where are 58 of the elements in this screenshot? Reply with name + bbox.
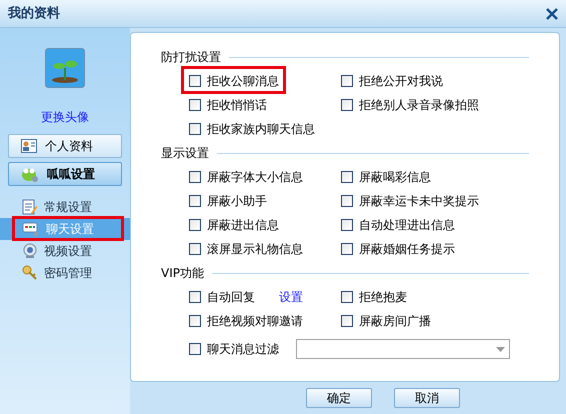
webcam-icon [22, 243, 38, 259]
contact-card-icon [21, 139, 37, 153]
frog-gear-icon [21, 166, 39, 182]
dialog-button[interactable]: 取消 [394, 388, 460, 408]
checkbox-label: 自动处理进出信息 [359, 217, 455, 234]
dropdown-arrow-icon [496, 346, 505, 352]
checkbox[interactable] [341, 75, 353, 87]
checkbox[interactable] [189, 75, 201, 87]
sidebar-item[interactable]: 密码管理 [0, 262, 130, 284]
checkbox[interactable] [189, 315, 201, 327]
checkbox-label: 拒收家族内聊天信息 [207, 121, 315, 138]
sidebar-item[interactable]: 常规设置 [0, 196, 130, 218]
checkbox[interactable] [189, 291, 201, 303]
document-pencil-icon [22, 199, 38, 215]
checkbox[interactable] [341, 315, 353, 327]
key-icon [22, 265, 38, 281]
chat-bubble-icon [22, 221, 40, 237]
filter-dropdown[interactable] [296, 339, 510, 359]
checkbox-label: 屏蔽幸运卡未中奖提示 [359, 193, 479, 210]
checkbox[interactable] [189, 219, 201, 231]
checkbox-label: 屏蔽小助手 [207, 193, 267, 210]
sidebar-group-button[interactable]: 个人资料 [8, 134, 122, 158]
checkbox-label: 聊天消息过滤 [207, 341, 279, 358]
close-icon[interactable] [546, 8, 558, 20]
change-avatar-link[interactable]: 更换头像 [0, 108, 130, 126]
checkbox[interactable] [189, 343, 201, 355]
checkbox[interactable] [189, 99, 201, 111]
checkbox-label: 拒绝抱麦 [359, 289, 407, 306]
section-title: 防打扰设置 [161, 49, 221, 66]
checkbox[interactable] [189, 171, 201, 183]
checkbox[interactable] [189, 243, 201, 255]
dialog-button[interactable]: 确定 [306, 388, 372, 408]
checkbox[interactable] [341, 219, 353, 231]
checkbox-label: 滚屏显示礼物信息 [207, 241, 303, 258]
sidebar-item[interactable]: 视频设置 [0, 240, 130, 262]
checkbox-label: 屏蔽进出信息 [207, 217, 279, 234]
checkbox[interactable] [189, 123, 201, 135]
checkbox-label: 拒绝视频对聊邀请 [207, 313, 303, 330]
checkbox[interactable] [341, 171, 353, 183]
sidebar-group-button[interactable]: 呱呱设置 [8, 162, 122, 186]
checkbox-label: 屏蔽字体大小信息 [207, 169, 303, 186]
checkbox-label: 拒绝别人录音录像拍照 [359, 97, 479, 114]
checkbox-label: 屏蔽房间广播 [359, 313, 431, 330]
checkbox[interactable] [341, 243, 353, 255]
window-title: 我的资料 [8, 4, 60, 23]
checkbox-label: 拒绝公开对我说 [359, 73, 443, 90]
checkbox[interactable] [341, 99, 353, 111]
checkbox-label: 屏蔽婚姻任务提示 [359, 241, 455, 258]
checkbox-label: 拒收悄悄话 [207, 97, 267, 114]
checkbox-label: 自动回复 [207, 289, 255, 306]
checkbox-label: 拒收公聊消息 [207, 73, 279, 90]
checkbox[interactable] [341, 291, 353, 303]
checkbox-label: 屏蔽喝彩信息 [359, 169, 431, 186]
section-title: VIP功能 [161, 265, 204, 282]
section-title: 显示设置 [161, 145, 209, 162]
settings-link[interactable]: 设置 [279, 288, 303, 306]
checkbox[interactable] [341, 195, 353, 207]
checkbox[interactable] [189, 195, 201, 207]
